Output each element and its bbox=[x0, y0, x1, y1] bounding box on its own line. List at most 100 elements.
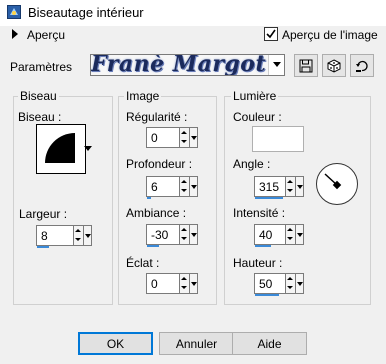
ambiance-indicator bbox=[147, 245, 159, 247]
intensite-dropdown[interactable] bbox=[296, 224, 304, 245]
bevel-shape-label: Biseau : bbox=[18, 110, 62, 124]
hauteur-value: 50 bbox=[259, 277, 273, 291]
regularite-value: 0 bbox=[151, 131, 158, 145]
eclat-input[interactable]: 0 bbox=[146, 273, 180, 294]
bevel-group-title: Biseau bbox=[18, 89, 59, 103]
regularite-dropdown[interactable] bbox=[190, 127, 198, 148]
decrement-icon[interactable] bbox=[74, 236, 83, 246]
angle-dropdown[interactable] bbox=[296, 176, 304, 197]
checkmark-icon bbox=[266, 29, 276, 39]
reset-icon bbox=[356, 60, 368, 72]
save-preset-button[interactable] bbox=[294, 54, 318, 77]
angle-spinner[interactable]: 315 bbox=[254, 176, 304, 199]
hauteur-label: Hauteur : bbox=[233, 256, 283, 270]
ambiance-stepper[interactable] bbox=[180, 224, 190, 245]
preview-checkbox[interactable] bbox=[264, 27, 278, 41]
angle-label: Angle : bbox=[233, 157, 271, 171]
eclat-value: 0 bbox=[151, 277, 158, 291]
increment-icon[interactable] bbox=[180, 225, 189, 235]
bevel-shape-icon bbox=[45, 133, 75, 163]
light-group-title: Lumière bbox=[231, 89, 279, 103]
preview-checkbox-label[interactable]: Aperçu de l'image bbox=[282, 28, 378, 42]
save-icon bbox=[299, 59, 313, 72]
intensite-indicator bbox=[255, 245, 271, 247]
eclat-spinner[interactable]: 0 bbox=[146, 273, 198, 294]
decrement-icon[interactable] bbox=[286, 284, 295, 294]
increment-icon[interactable] bbox=[180, 128, 189, 138]
angle-value: 315 bbox=[259, 180, 280, 194]
profondeur-indicator bbox=[147, 197, 151, 199]
dial-needle-icon bbox=[324, 173, 342, 190]
angle-dial[interactable] bbox=[316, 163, 358, 205]
regularite-spinner[interactable]: 0 bbox=[146, 127, 198, 148]
window-title: Biseautage intérieur bbox=[28, 5, 144, 20]
ok-button[interactable]: OK bbox=[78, 332, 153, 355]
bevel-shape-picker[interactable] bbox=[36, 124, 86, 174]
randomize-button[interactable] bbox=[322, 54, 346, 77]
cancel-button[interactable]: Annuler bbox=[159, 332, 234, 355]
width-indicator bbox=[37, 246, 49, 248]
ambiance-spinner[interactable]: -30 bbox=[146, 224, 198, 247]
increment-icon[interactable] bbox=[286, 225, 295, 235]
eclat-label: Éclat : bbox=[126, 256, 160, 270]
decrement-icon[interactable] bbox=[180, 138, 189, 148]
regularite-stepper[interactable] bbox=[180, 127, 190, 148]
intensite-label: Intensité : bbox=[233, 206, 286, 220]
preset-value: Franè Margot bbox=[91, 54, 267, 76]
couleur-label: Couleur : bbox=[233, 110, 282, 124]
light-color-swatch[interactable] bbox=[252, 126, 304, 152]
increment-icon[interactable] bbox=[180, 274, 189, 284]
intensite-stepper[interactable] bbox=[286, 224, 296, 245]
decrement-icon[interactable] bbox=[180, 187, 189, 197]
angle-input[interactable]: 315 bbox=[254, 176, 286, 199]
expand-preview-icon[interactable] bbox=[12, 29, 18, 39]
profondeur-stepper[interactable] bbox=[180, 176, 190, 197]
decrement-icon[interactable] bbox=[286, 235, 295, 245]
width-spinner[interactable]: 8 bbox=[36, 225, 92, 248]
increment-icon[interactable] bbox=[286, 177, 295, 187]
hauteur-spinner[interactable]: 50 bbox=[254, 273, 304, 296]
preset-dropdown-button[interactable] bbox=[268, 55, 284, 75]
ambiance-label: Ambiance : bbox=[126, 206, 187, 220]
hauteur-input[interactable]: 50 bbox=[254, 273, 286, 296]
eclat-dropdown[interactable] bbox=[190, 273, 198, 294]
chevron-down-icon[interactable] bbox=[84, 146, 92, 151]
hauteur-indicator bbox=[255, 294, 279, 296]
help-button[interactable]: Aide bbox=[232, 332, 307, 355]
presets-label: Paramètres bbox=[10, 60, 73, 74]
hauteur-dropdown[interactable] bbox=[296, 273, 304, 294]
angle-indicator bbox=[255, 197, 283, 199]
width-dropdown[interactable] bbox=[84, 225, 92, 246]
width-value: 8 bbox=[41, 229, 48, 243]
width-input[interactable]: 8 bbox=[36, 225, 74, 248]
eclat-stepper[interactable] bbox=[180, 273, 190, 294]
increment-icon[interactable] bbox=[74, 226, 83, 236]
decrement-icon[interactable] bbox=[180, 235, 189, 245]
intensite-value: 40 bbox=[259, 228, 273, 242]
profondeur-value: 6 bbox=[151, 180, 158, 194]
hauteur-stepper[interactable] bbox=[286, 273, 296, 294]
decrement-icon[interactable] bbox=[180, 284, 189, 294]
intensite-input[interactable]: 40 bbox=[254, 224, 286, 247]
profondeur-dropdown[interactable] bbox=[190, 176, 198, 197]
profondeur-label: Profondeur : bbox=[126, 157, 193, 171]
dice-icon bbox=[327, 58, 341, 73]
width-label: Largeur : bbox=[19, 207, 68, 221]
intensite-spinner[interactable]: 40 bbox=[254, 224, 304, 247]
app-icon bbox=[7, 5, 21, 19]
reset-button[interactable] bbox=[350, 54, 374, 77]
preset-combobox[interactable]: Franè Margot bbox=[90, 54, 285, 76]
preview-toggle-label[interactable]: Aperçu bbox=[27, 28, 65, 42]
increment-icon[interactable] bbox=[180, 177, 189, 187]
profondeur-input[interactable]: 6 bbox=[146, 176, 180, 199]
chevron-down-icon bbox=[273, 62, 281, 67]
image-group-title: Image bbox=[124, 89, 162, 103]
angle-stepper[interactable] bbox=[286, 176, 296, 197]
ambiance-input[interactable]: -30 bbox=[146, 224, 180, 247]
ambiance-dropdown[interactable] bbox=[190, 224, 198, 245]
increment-icon[interactable] bbox=[286, 274, 295, 284]
decrement-icon[interactable] bbox=[286, 187, 295, 197]
regularite-input[interactable]: 0 bbox=[146, 127, 180, 148]
profondeur-spinner[interactable]: 6 bbox=[146, 176, 198, 199]
width-stepper[interactable] bbox=[74, 225, 84, 246]
